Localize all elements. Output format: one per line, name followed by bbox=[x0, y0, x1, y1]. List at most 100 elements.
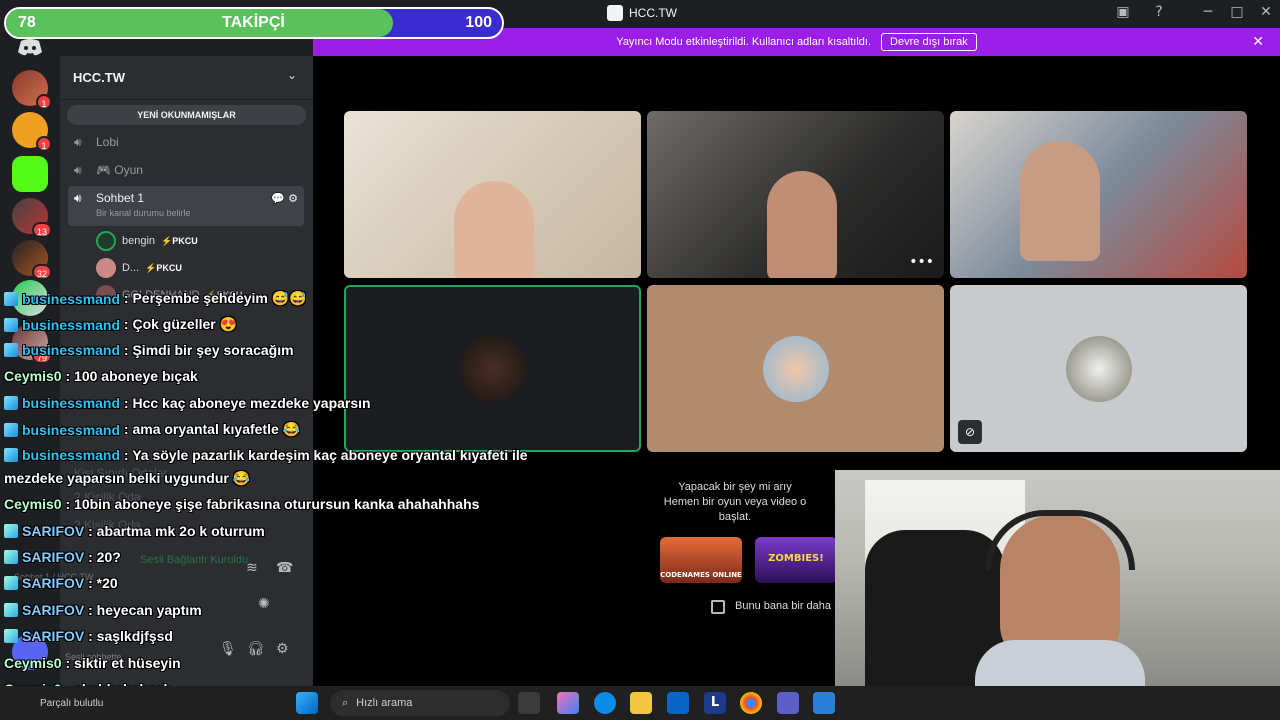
goal-target: 100 bbox=[465, 14, 492, 31]
chat-username: SARIFOV bbox=[22, 628, 85, 644]
chevron-down-icon: ⌄ bbox=[286, 68, 297, 82]
chat-message: mezdeke yaparsın belki uygundur 😂 bbox=[4, 470, 250, 487]
badge-cube-icon bbox=[4, 317, 18, 332]
activity-prompt: Hemen bir oyun veya video o bbox=[663, 496, 807, 508]
outlook-icon[interactable] bbox=[667, 692, 689, 714]
weather-widget[interactable]: Parçalı bulutlu bbox=[40, 698, 103, 709]
new-unreads-pill[interactable]: YENİ OKUNMAMIŞLAR bbox=[67, 105, 306, 125]
server-icon[interactable]: 1 bbox=[12, 70, 52, 110]
noise-suppression-icon[interactable]: ≋ bbox=[246, 560, 258, 576]
voice-status: Sesli Bağlantı Kuruldu bbox=[140, 554, 249, 566]
chat-username: SARIFOV bbox=[22, 602, 85, 618]
chat-message: businessmand : Çok güzeller 😍 bbox=[4, 316, 237, 333]
game-card-zombies[interactable]: ZOMBIES! bbox=[755, 537, 837, 583]
channel-label: 🎮 Oyun bbox=[96, 163, 143, 177]
server-icon[interactable]: 13 bbox=[12, 198, 52, 238]
microphone-icon[interactable]: 🎙︎ bbox=[219, 641, 237, 657]
maximize-button[interactable]: □ bbox=[1227, 4, 1247, 20]
app-l-icon[interactable]: L bbox=[704, 692, 726, 714]
avatar bbox=[1065, 335, 1132, 402]
chat-username: businessmand bbox=[22, 316, 121, 333]
chat-message: businessmand : ama oryantal kıyafetle 😂 bbox=[4, 421, 300, 438]
badge-sword-icon bbox=[4, 524, 18, 538]
video-tile[interactable]: ••• bbox=[647, 111, 944, 278]
follower-goal-bar: 78 TAKİPÇİ 100 bbox=[4, 7, 504, 39]
taskbar-search[interactable]: ⌕ Hızlı arama bbox=[330, 690, 510, 716]
goal-progress-fill bbox=[6, 9, 393, 37]
copilot-icon[interactable] bbox=[557, 692, 579, 714]
badge-cube-icon bbox=[4, 422, 18, 437]
game-title: CODENAMES ONLINE bbox=[660, 571, 742, 579]
channel-lobi[interactable]: 🔊︎ Lobi bbox=[68, 129, 304, 155]
minimize-button[interactable]: ─ bbox=[1198, 4, 1218, 20]
chat-text: : heyecan yaptım bbox=[88, 602, 202, 618]
server-icon[interactable]: 32 bbox=[12, 240, 52, 280]
channel-actions-icons[interactable]: 💬 ⚙ bbox=[271, 192, 298, 205]
badge-cube-icon bbox=[4, 291, 18, 306]
server-name: HCC.TW bbox=[73, 70, 125, 85]
speaker-icon: 🔊︎ bbox=[74, 191, 82, 205]
goal-current: 78 bbox=[18, 14, 36, 31]
taskbar: Parçalı bulutlu ⌕ Hızlı arama L bbox=[0, 686, 1280, 720]
chat-text: : *20 bbox=[88, 575, 118, 591]
disconnect-icon[interactable]: ☎ bbox=[276, 560, 293, 576]
channel-status[interactable]: Bir kanal durumu belirle bbox=[96, 208, 191, 218]
speaker-icon: 🔊︎ bbox=[74, 162, 82, 177]
headphones-icon[interactable]: 🎧︎ bbox=[247, 641, 265, 657]
chat-text: mezdeke yaparsın belki uygundur 😂 bbox=[4, 470, 251, 486]
chat-username: businessmand bbox=[22, 290, 121, 307]
notice-text: Yayıncı Modu etkinleştirildi. Kullanıcı … bbox=[616, 36, 872, 48]
member-tag: ⚡PKCU bbox=[145, 262, 182, 273]
soundboard-icon[interactable]: ✺ bbox=[258, 596, 270, 612]
app-icon[interactable] bbox=[813, 692, 835, 714]
badge-cube-icon bbox=[4, 343, 18, 357]
settings-gear-icon[interactable]: ⚙ bbox=[276, 641, 289, 657]
disable-streamer-mode-button[interactable]: Devre dışı bırak bbox=[881, 33, 977, 51]
chat-text: : 10bin aboneye şişe fabrikasına otururs… bbox=[65, 496, 480, 512]
participant-tile[interactable]: ⊘ bbox=[950, 285, 1247, 452]
chat-username: businessmand bbox=[22, 395, 121, 411]
chat-text: : Şimdi bir şey soracağım bbox=[123, 342, 294, 358]
server-icon[interactable]: 1 bbox=[12, 112, 52, 152]
activity-prompt: başlat. bbox=[718, 511, 752, 523]
game-card-codenames[interactable]: CODENAMES ONLINE bbox=[660, 537, 742, 583]
voice-member[interactable]: bengin ⚡PKCU bbox=[96, 231, 198, 251]
edge-icon[interactable] bbox=[594, 692, 616, 714]
participant-tile[interactable] bbox=[647, 285, 944, 452]
chat-text: : saşlkdjfşsd bbox=[88, 628, 173, 644]
voice-member[interactable]: D... ⚡PKCU bbox=[96, 258, 182, 278]
teams-icon[interactable] bbox=[777, 692, 799, 714]
start-button-icon[interactable] bbox=[296, 692, 318, 714]
file-explorer-icon[interactable] bbox=[630, 692, 652, 714]
participant-video bbox=[454, 181, 534, 278]
help-icon[interactable]: ? bbox=[1149, 4, 1169, 20]
window-title: HCC.TW bbox=[629, 6, 677, 20]
close-icon[interactable]: ✕ bbox=[1252, 33, 1264, 50]
server-header[interactable]: HCC.TW ⌄ bbox=[60, 56, 313, 100]
channel-oyun[interactable]: 🔊︎ 🎮 Oyun bbox=[68, 157, 304, 183]
participant-video bbox=[1020, 141, 1100, 261]
dont-show-again-checkbox[interactable] bbox=[711, 600, 725, 614]
chat-username: businessmand bbox=[22, 447, 121, 463]
unread-badge: 13 bbox=[31, 222, 52, 238]
checkbox-label: Bunu bana bir daha bbox=[735, 600, 832, 612]
chat-text: : abartma mk 2o k oturrum bbox=[88, 523, 265, 539]
video-tile[interactable] bbox=[950, 111, 1247, 278]
task-view-icon[interactable] bbox=[518, 692, 540, 714]
kick-server-icon[interactable] bbox=[12, 156, 48, 192]
chat-text: : ama oryantal kıyafetle 😂 bbox=[123, 421, 301, 437]
chrome-icon[interactable] bbox=[740, 692, 762, 714]
chat-text: : Çok güzeller 😍 bbox=[123, 316, 238, 332]
participant-tile-speaking[interactable] bbox=[344, 285, 641, 452]
channel-sohbet-1[interactable]: 🔊︎ Sohbet 1 Bir kanal durumu belirle 💬 ⚙ bbox=[68, 186, 304, 226]
chat-text: : siktir et hüseyin bbox=[65, 655, 181, 671]
activity-panel: Yapacak bir şey mi arıy Hemen bir oyun v… bbox=[645, 460, 837, 625]
more-options-icon[interactable]: ••• bbox=[909, 254, 934, 270]
video-tile[interactable] bbox=[344, 111, 641, 278]
chat-message: SARIFOV : 20? bbox=[4, 549, 121, 565]
close-window-button[interactable]: ✕ bbox=[1256, 4, 1276, 20]
chat-username: Ceymis0 bbox=[4, 496, 62, 512]
app-title: HCC.TW bbox=[607, 5, 677, 21]
hide-video-icon[interactable]: ⊘ bbox=[958, 420, 982, 444]
inbox-icon[interactable]: ▣ bbox=[1113, 4, 1133, 20]
